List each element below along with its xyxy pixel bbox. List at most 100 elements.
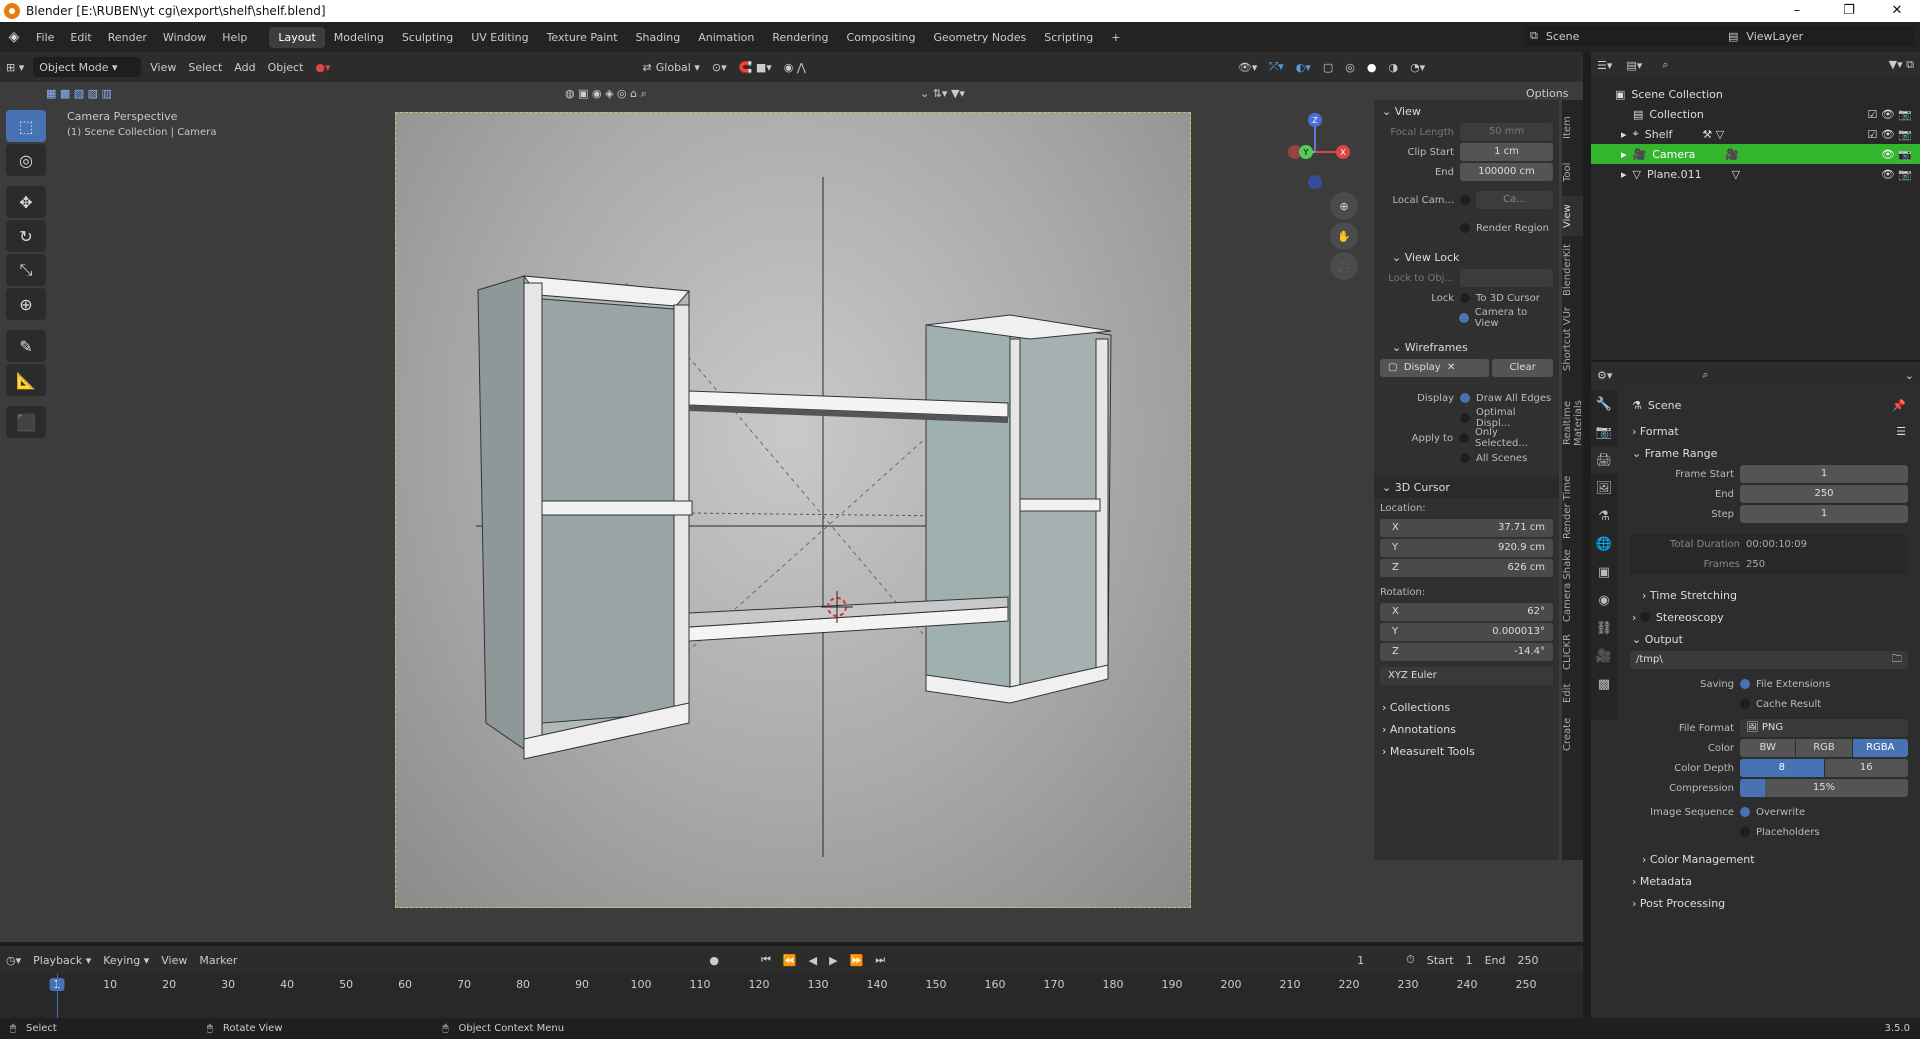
shading-wireframe-icon[interactable]: ◎ xyxy=(1339,57,1361,77)
outliner-row-shelf[interactable]: ▸ ⌖ Shelf ⚒ ▽ ☑ 👁 📷 xyxy=(1591,124,1920,144)
tab-realtime-materials[interactable]: Realtime Materials xyxy=(1562,378,1584,468)
tab-rendering[interactable]: Rendering xyxy=(763,27,837,48)
tab-clickr[interactable]: CLICKR xyxy=(1562,630,1583,674)
outliner-row-plane[interactable]: ▸ ▽ Plane.011 ▽ 👁 📷 xyxy=(1591,164,1920,184)
render-region-checkbox[interactable] xyxy=(1460,223,1470,233)
timeline-view-menu[interactable]: View xyxy=(155,950,193,970)
output-section-header[interactable]: ⌄ Output xyxy=(1624,628,1914,650)
tab-uv-editing[interactable]: UV Editing xyxy=(462,27,537,48)
expand-arrow-icon[interactable]: ▸ xyxy=(1621,168,1627,181)
visibility-icon[interactable]: 👁▾ xyxy=(1232,57,1264,77)
view-section-header[interactable]: ⌄ View xyxy=(1374,100,1559,122)
tab-compositing[interactable]: Compositing xyxy=(838,27,925,48)
start-frame-field[interactable]: 1 xyxy=(1460,950,1479,970)
menu-window[interactable]: Window xyxy=(155,31,214,44)
plane-toggles-icon[interactable]: 👁 📷 xyxy=(1881,168,1912,181)
minimize-button[interactable]: – xyxy=(1774,0,1820,22)
marker-menu[interactable]: Marker xyxy=(193,950,243,970)
stereoscopy-section-header[interactable]: › Stereoscopy xyxy=(1624,606,1914,628)
jump-start-icon[interactable]: ⏮ xyxy=(755,950,777,970)
tab-sculpting[interactable]: Sculpting xyxy=(393,27,462,48)
annotate-tool-icon[interactable]: ✎ xyxy=(6,330,46,362)
gizmo-toggle-icon[interactable]: ⤱▾ xyxy=(1263,57,1289,77)
tab-shortcut-vur[interactable]: Shortcut VUr xyxy=(1562,304,1583,374)
frame-end-field[interactable]: 250 xyxy=(1740,485,1908,503)
tab-animation[interactable]: Animation xyxy=(689,27,763,48)
properties-editor-icon[interactable]: ⚙▾ xyxy=(1597,369,1612,382)
collection-toggles-icon[interactable]: ☑ 👁 📷 xyxy=(1867,108,1912,121)
object-data-properties-icon[interactable]: 🎥 xyxy=(1591,642,1617,670)
only-selected-radio[interactable] xyxy=(1459,433,1469,443)
preset-list-icon[interactable]: ☰ xyxy=(1896,425,1906,438)
file-extensions-checkbox[interactable] xyxy=(1740,679,1750,689)
display-mode-icon[interactable]: ▤▾ xyxy=(1626,59,1642,72)
jump-end-icon[interactable]: ⏭ xyxy=(869,950,891,970)
overwrite-checkbox[interactable] xyxy=(1740,807,1750,817)
menu-select[interactable]: Select xyxy=(182,57,228,77)
view-layer-properties-icon[interactable]: 🖼 xyxy=(1591,474,1617,502)
cursor-rotation-y[interactable]: 0.000013° xyxy=(1492,623,1545,641)
clip-start-field[interactable]: 1 cm xyxy=(1460,143,1553,161)
keying-menu[interactable]: Keying ▾ xyxy=(97,950,155,970)
timeline-scrubber[interactable]: 1102030405060708090100110120130140150160… xyxy=(0,974,1583,1018)
camera-toggles-icon[interactable]: 👁 📷 xyxy=(1881,148,1912,161)
color-depth-8-button[interactable]: 8 xyxy=(1740,759,1824,777)
scene-selector[interactable]: ⧉ Scene xyxy=(1524,26,1724,46)
view-lock-section-header[interactable]: ⌄ View Lock xyxy=(1374,246,1559,268)
tab-scripting[interactable]: Scripting xyxy=(1035,27,1102,48)
move-tool-icon[interactable]: ✥ xyxy=(6,186,46,218)
cursor-tool-icon[interactable]: ◎ xyxy=(6,144,46,176)
physics-properties-icon[interactable]: ◉ xyxy=(1591,586,1617,614)
frame-start-field[interactable]: 1 xyxy=(1740,465,1908,483)
menu-object[interactable]: Object xyxy=(262,57,310,77)
tab-geometry-nodes[interactable]: Geometry Nodes xyxy=(924,27,1035,48)
view-layer-selector[interactable]: ▤ ViewLayer xyxy=(1722,26,1914,46)
record-keyframe-icon[interactable]: ● xyxy=(703,950,725,970)
lock-to-object-field[interactable] xyxy=(1460,269,1553,287)
outliner-editor-icon[interactable]: ☰▾ xyxy=(1597,59,1612,72)
outliner-filter-icon[interactable]: ▼▾ ⧉ xyxy=(1889,58,1914,72)
render-properties-icon[interactable]: 📷 xyxy=(1591,418,1617,446)
local-camera-field[interactable]: Ca... xyxy=(1476,191,1553,209)
properties-options-icon[interactable]: ⌄ xyxy=(1905,369,1914,382)
annotations-section-header[interactable]: › Annotations xyxy=(1374,718,1559,740)
menu-file[interactable]: File xyxy=(28,31,62,44)
menu-add[interactable]: Add xyxy=(228,57,261,77)
expand-arrow-icon[interactable]: ▸ xyxy=(1621,128,1627,141)
folder-icon[interactable]: 🗀 xyxy=(1892,651,1902,669)
optimal-display-radio[interactable] xyxy=(1459,413,1470,423)
cursor-rotation-z[interactable]: -14.4° xyxy=(1514,643,1545,661)
properties-search-icon[interactable]: ⌕ xyxy=(1702,368,1708,382)
menu-render[interactable]: Render xyxy=(100,31,155,44)
outliner-row-collection[interactable]: ▤ Collection ☑ 👁 📷 xyxy=(1591,104,1920,124)
shading-material-icon[interactable]: ◑ xyxy=(1382,57,1404,77)
time-stretching-section-header[interactable]: › Time Stretching xyxy=(1624,584,1914,606)
cursor-location-z[interactable]: 626 cm xyxy=(1507,559,1545,577)
pin-icon[interactable]: 📌 xyxy=(1892,399,1906,412)
orientation-dropdown[interactable]: ⇄ Global ▾ xyxy=(637,57,706,77)
pan-hand-icon[interactable]: ✋ xyxy=(1330,222,1358,250)
tab-camera-shake[interactable]: Camera Shake xyxy=(1562,546,1583,626)
file-format-dropdown[interactable]: 🖼 PNG xyxy=(1740,719,1908,737)
tab-create[interactable]: Create xyxy=(1562,712,1583,756)
outliner-row-scene-collection[interactable]: ▣ Scene Collection xyxy=(1591,84,1920,104)
menu-view[interactable]: View xyxy=(144,57,182,77)
outliner-search-icon[interactable]: ⌕ xyxy=(1662,58,1668,72)
close-button[interactable]: ✕ xyxy=(1874,0,1920,22)
add-workspace-button[interactable]: + xyxy=(1102,27,1129,48)
proportional-icon[interactable]: ◉ ⋀ xyxy=(778,57,812,77)
color-bw-button[interactable]: BW xyxy=(1740,739,1796,757)
tab-render-time[interactable]: Render Time xyxy=(1562,472,1583,542)
measureit-section-header[interactable]: › MeasureIt Tools xyxy=(1374,740,1559,762)
snap-icon[interactable]: 🧲 ■▾ xyxy=(733,57,778,77)
transform-tool-icon[interactable]: ⊕ xyxy=(6,288,46,320)
tab-texture-paint[interactable]: Texture Paint xyxy=(538,27,627,48)
select-box-mode-icons[interactable]: ▦ ▩ ▨ ▧ ▥ xyxy=(46,87,112,100)
cursor-location-x[interactable]: 37.71 cm xyxy=(1498,519,1545,537)
texture-properties-icon[interactable]: ▩ xyxy=(1591,670,1617,698)
filter-icons[interactable]: ⌄ ⇅▾ ▼▾ xyxy=(920,87,965,100)
end-frame-field[interactable]: 250 xyxy=(1512,950,1545,970)
jump-prev-key-icon[interactable]: ⏪ xyxy=(777,950,803,970)
cursor-location-y[interactable]: 920.9 cm xyxy=(1498,539,1545,557)
cursor-rotation-x[interactable]: 62° xyxy=(1527,603,1545,621)
